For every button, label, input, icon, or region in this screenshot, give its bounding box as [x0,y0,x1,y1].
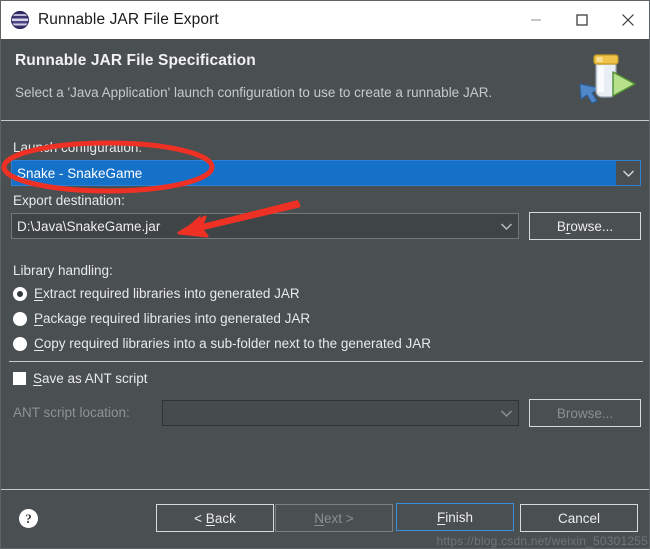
ant-browse-label: Browse... [556,405,614,421]
title-bar: Runnable JAR File Export [1,1,649,39]
next-button: Next > [275,504,393,532]
eclipse-sphere-icon [11,11,29,29]
help-question-icon[interactable]: ? [19,509,38,528]
dialog-header: Runnable JAR File Specification Select a… [1,39,649,121]
radio-extract-libraries[interactable]: Extract required libraries into generate… [13,286,300,301]
radio-package-libraries[interactable]: Package required libraries into generate… [13,311,310,326]
save-as-ant-script-indicator[interactable] [13,372,26,385]
maximize-button[interactable] [559,1,605,38]
minimize-button[interactable] [513,1,559,38]
library-handling-label: Library handling: [13,263,113,278]
runnable-jar-export-dialog: Runnable JAR File Export Runnable JAR Fi… [0,0,650,549]
window-title: Runnable JAR File Export [38,11,219,28]
ant-script-location-label: ANT script location: [13,405,130,420]
export-destination-dropdown-button[interactable] [494,214,518,238]
radio-package-libraries-indicator[interactable] [13,311,27,326]
export-destination-browse-button[interactable]: Br owse... [529,212,641,240]
back-button-label: < Back [194,510,236,526]
radio-copy-libraries-indicator[interactable] [13,336,27,351]
cancel-button[interactable]: Cancel [520,504,638,532]
library-handling-divider [9,361,643,362]
next-button-label: Next > [314,510,354,526]
dialog-body: Launch configuration: Snake - SnakeGame … [1,121,649,489]
export-destination-value: D:\Java\SnakeGame.jar [17,218,161,234]
launch-configuration-label: Launch configuration: [13,140,143,155]
radio-copy-libraries-label: Copy required libraries into a sub-folde… [34,336,431,351]
ant-script-location-dropdown-button[interactable] [494,401,518,425]
page-description: Select a 'Java Application' launch confi… [15,85,493,100]
cancel-button-label: Cancel [557,510,601,526]
minimize-icon [531,19,541,20]
close-icon [622,13,634,26]
finish-button[interactable]: Finish [396,503,514,531]
chevron-down-icon [500,409,512,417]
radio-package-libraries-label: Package required libraries into generate… [34,311,311,326]
export-destination-label: Export destination: [13,193,125,208]
finish-button-label: Finish [436,509,473,525]
maximize-icon [576,13,588,26]
radio-copy-libraries[interactable]: Copy required libraries into a sub-folde… [13,336,431,351]
launch-configuration-combo[interactable]: Snake - SnakeGame [11,160,641,186]
browse-label-rest: owse... [570,218,614,234]
browse-label-b: B [556,218,566,234]
save-as-ant-script-label: Save as ANT script [33,371,148,386]
ant-script-location-combo[interactable] [162,400,519,426]
dialog-footer: ? < Back Next > Finish Cancel https://bl… [1,489,649,548]
chevron-down-icon [622,169,634,177]
close-button[interactable] [605,1,649,38]
radio-extract-libraries-indicator[interactable] [13,286,27,301]
back-button[interactable]: < Back [156,504,274,532]
page-title: Runnable JAR File Specification [15,52,256,69]
chevron-down-icon [500,222,512,230]
save-as-ant-script-checkbox[interactable]: Save as ANT script [13,371,148,386]
export-destination-combo[interactable]: D:\Java\SnakeGame.jar [11,213,519,239]
radio-extract-libraries-label: Extract required libraries into generate… [34,286,300,301]
launch-configuration-value: Snake - SnakeGame [17,165,143,181]
launch-configuration-dropdown-button[interactable] [616,161,640,185]
ant-script-location-browse-button[interactable]: Browse... [529,399,641,427]
footer-divider [1,489,649,490]
runnable-jar-icon [579,54,636,104]
watermark-text: https://blog.csdn.net/weixin_50301255 [436,534,648,548]
